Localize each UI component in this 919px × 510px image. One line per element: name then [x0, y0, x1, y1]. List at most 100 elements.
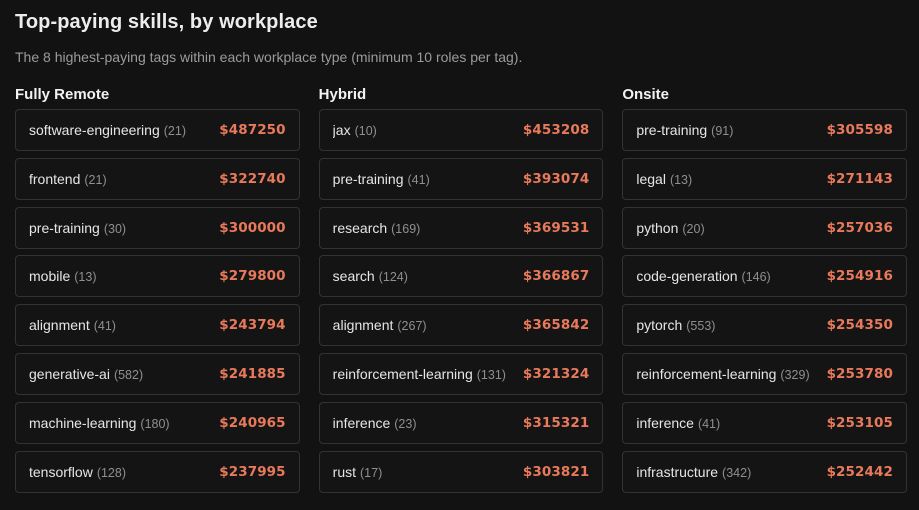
skill-tag: tensorflow — [29, 463, 93, 480]
skill-tag: research — [332, 219, 388, 236]
page-subtitle: The 8 highest-paying tags within each wo… — [15, 49, 523, 65]
column-heading: Onsite — [622, 86, 670, 103]
skill-tag: legal — [636, 170, 666, 187]
skill-row: research (169) $369531 — [318, 206, 604, 249]
role-count: (124) — [378, 270, 408, 285]
role-count: (10) — [354, 124, 377, 138]
role-count: (41) — [407, 172, 430, 187]
skill-tag: generative-ai — [29, 365, 110, 382]
salary-value: $271143 — [826, 170, 894, 187]
skill-row: generative-ai (582) $241885 — [15, 352, 300, 395]
column-fully-remote: Fully Remote software-engineering (21) $48… — [15, 86, 300, 499]
skill-tag: reinforcement-learning — [332, 365, 473, 382]
page-title: Top-paying skills, by workplace — [15, 11, 318, 33]
salary-value: $369531 — [522, 219, 590, 236]
salary-value: $487250 — [219, 122, 286, 138]
role-count: (21) — [84, 172, 107, 187]
role-count: (17) — [360, 465, 383, 480]
skill-tag: alignment — [332, 317, 394, 334]
salary-value: $300000 — [219, 219, 286, 236]
skill-tag-group: infrastructure (342) — [636, 464, 751, 480]
skill-tag: python — [636, 219, 679, 236]
skill-tag-group: machine-learning (180) — [29, 415, 170, 431]
skill-tag: pre-training — [29, 219, 100, 236]
skill-row: reinforcement-learning (131) $321324 — [318, 352, 604, 395]
skill-tag-group: legal (13) — [636, 171, 692, 187]
skill-row: frontend (21) $322740 — [15, 157, 300, 200]
skill-tag-group: research (169) — [333, 220, 421, 236]
skill-tag-group: software-engineering (21) — [29, 122, 186, 138]
skill-row: mobile (13) $279800 — [15, 255, 300, 298]
skill-tag-group: search (124) — [333, 268, 408, 284]
role-count: (41) — [93, 319, 116, 334]
skill-row: pre-training (91) $305598 — [622, 109, 908, 151]
salary-value: $279800 — [219, 268, 286, 285]
skill-tag-group: inference (41) — [636, 415, 720, 431]
skill-row: reinforcement-learning (329) $253780 — [622, 352, 908, 395]
salary-value: $366867 — [522, 268, 590, 285]
skill-tag: code-generation — [636, 268, 738, 285]
skill-tag: pre-training — [332, 170, 404, 187]
salary-value: $240965 — [219, 414, 286, 431]
role-count: (342) — [722, 465, 752, 480]
role-count: (91) — [711, 124, 734, 138]
role-count: (13) — [669, 172, 693, 187]
salary-value: $243794 — [219, 317, 286, 334]
salary-value: $303821 — [522, 463, 590, 480]
skill-row: legal (13) $271143 — [622, 157, 908, 200]
role-count: (41) — [697, 416, 721, 431]
page: Top-paying skills, by workplace The 8 hi… — [0, 0, 919, 510]
skill-tag-group: reinforcement-learning (329) — [636, 366, 809, 382]
skill-row: pre-training (41) $393074 — [318, 157, 604, 200]
skill-row: machine-learning (180) $240965 — [15, 401, 300, 444]
skill-row: jax (10) $453208 — [318, 109, 604, 151]
skill-tag: mobile — [29, 268, 71, 285]
salary-value: $453208 — [522, 122, 590, 138]
skill-tag: jax — [332, 122, 351, 138]
skill-tag: alignment — [29, 317, 90, 334]
column-heading: Fully Remote — [15, 86, 110, 103]
skill-tag: pytorch — [636, 317, 683, 334]
salary-value: $321324 — [522, 365, 590, 382]
role-count: (30) — [103, 221, 127, 236]
workplace-columns: Fully Remote software-engineering (21) $48… — [15, 86, 908, 499]
salary-value: $315321 — [522, 414, 590, 431]
salary-value: $257036 — [826, 219, 894, 236]
skill-row: tensorflow (128) $237995 — [15, 450, 300, 493]
salary-value: $253780 — [826, 365, 894, 382]
skill-tag: inference — [332, 414, 391, 431]
skill-row: pytorch (553) $254350 — [622, 304, 908, 347]
salary-value: $254916 — [826, 268, 894, 285]
role-count: (329) — [780, 367, 810, 382]
role-count: (13) — [74, 270, 97, 285]
role-count: (180) — [140, 416, 170, 431]
skill-tag: search — [332, 268, 375, 285]
column-hybrid: Hybrid jax (10) $453208 pre-training (41) $3… — [318, 86, 604, 499]
skill-tag: software-engineering — [29, 122, 160, 138]
role-count: (21) — [163, 124, 186, 138]
skill-row: alignment (41) $243794 — [15, 304, 300, 347]
skill-row: inference (23) $315321 — [318, 401, 604, 444]
skill-tag: pre-training — [636, 122, 708, 138]
skill-row: python (20) $257036 — [622, 206, 908, 249]
skill-tag-group: tensorflow (128) — [29, 464, 126, 480]
salary-value: $252442 — [826, 463, 894, 480]
skill-tag-group: alignment (41) — [29, 317, 116, 333]
role-count: (128) — [96, 465, 126, 480]
skill-tag: rust — [332, 463, 357, 480]
skill-row: search (124) $366867 — [318, 255, 604, 298]
salary-value: $241885 — [219, 365, 286, 382]
salary-value: $322740 — [219, 170, 286, 187]
skill-tag: frontend — [29, 170, 81, 187]
skill-row: code-generation (146) $254916 — [622, 255, 908, 298]
skill-tag-group: pre-training (91) — [636, 122, 733, 138]
skill-row: infrastructure (342) $252442 — [622, 450, 908, 493]
skill-tag-group: generative-ai (582) — [29, 366, 143, 382]
salary-value: $237995 — [219, 463, 286, 480]
skill-tag-group: inference (23) — [333, 415, 417, 431]
skill-row: software-engineering (21) $487250 — [15, 109, 300, 151]
skill-tag: machine-learning — [29, 414, 137, 431]
role-count: (582) — [113, 367, 144, 382]
skill-row: rust (17) $303821 — [318, 450, 604, 493]
skill-tag-group: pytorch (553) — [636, 317, 715, 333]
